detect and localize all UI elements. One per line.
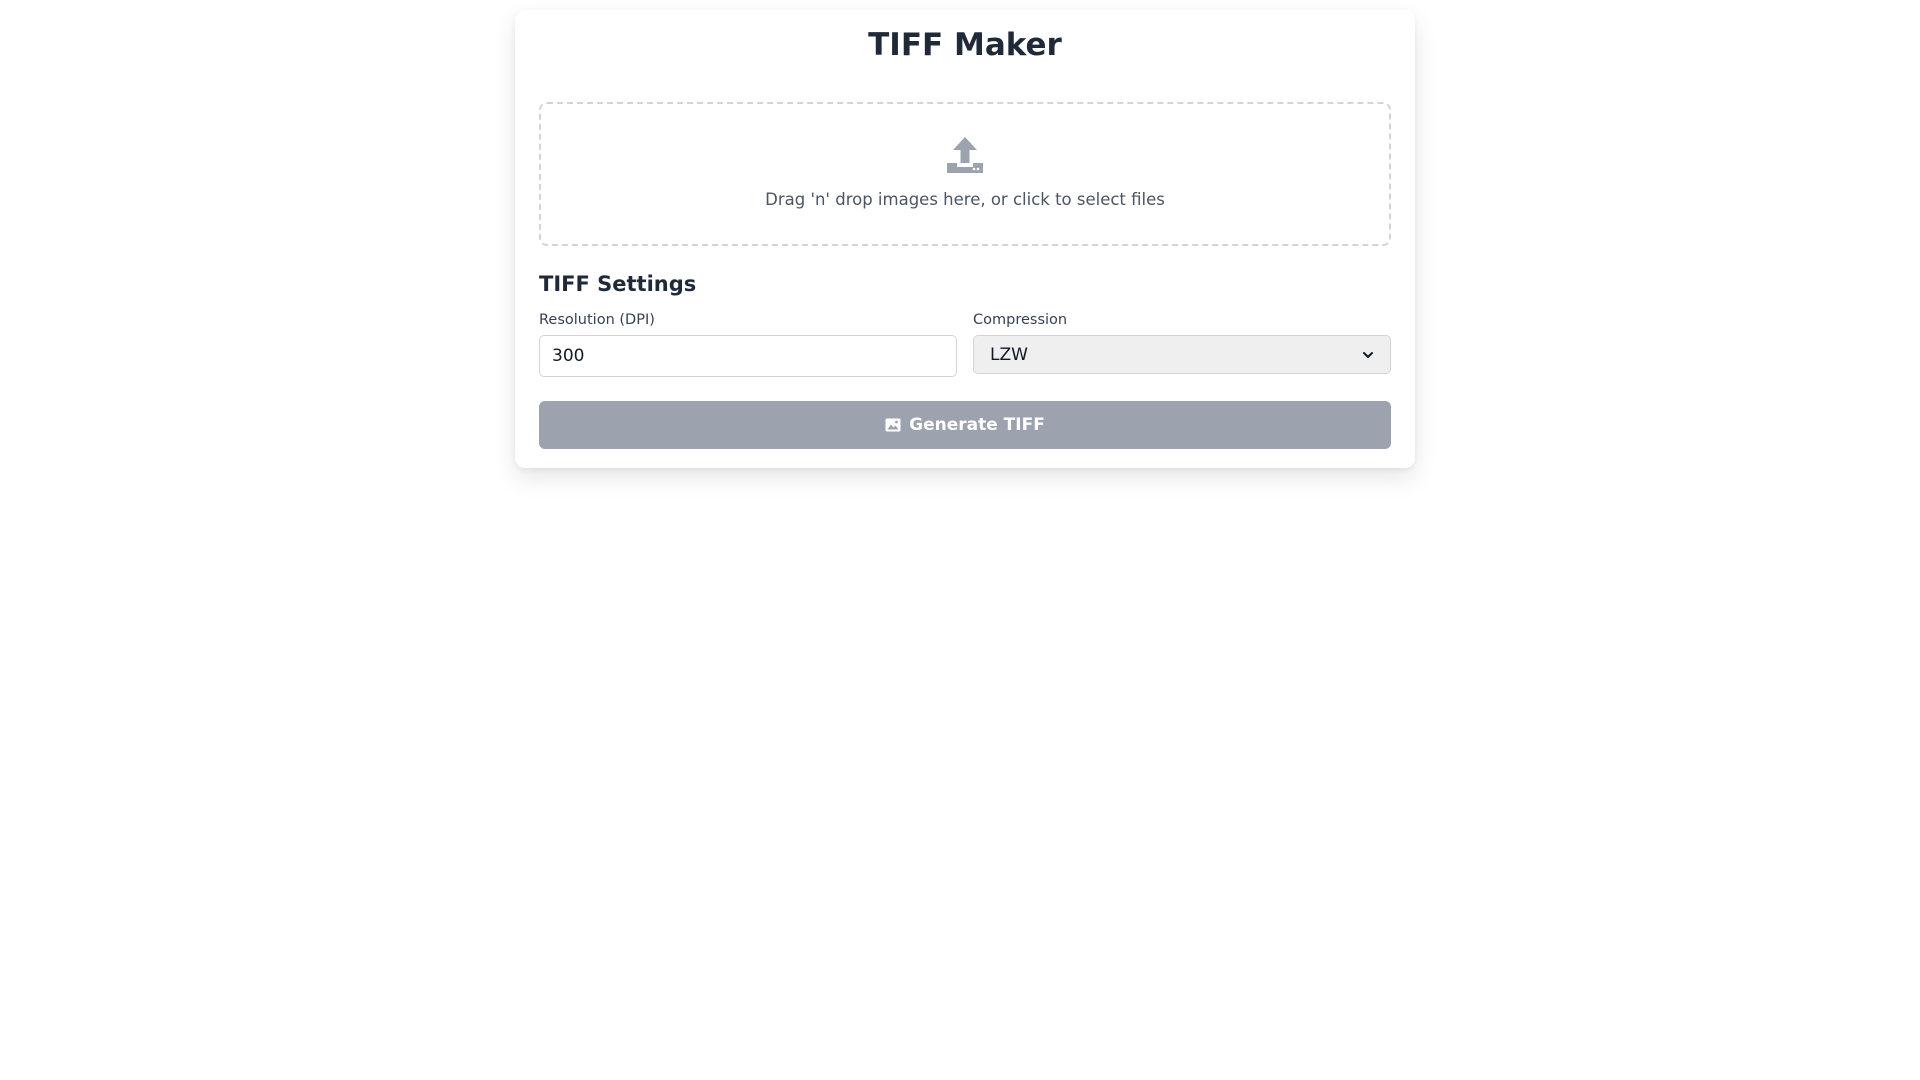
settings-heading: TIFF Settings <box>539 272 697 296</box>
compression-field: Compression LZW <box>973 311 1391 377</box>
tiff-maker-card: TIFF Maker Drag 'n' drop images here, or… <box>515 10 1415 468</box>
compression-select[interactable]: LZW <box>973 335 1391 374</box>
dropzone-instructions: Drag 'n' drop images here, or click to s… <box>765 190 1165 209</box>
settings-fields: Resolution (DPI) Compression LZW <box>539 311 1391 377</box>
page-title: TIFF Maker <box>868 27 1062 63</box>
image-icon <box>885 418 901 432</box>
resolution-label: Resolution (DPI) <box>539 312 655 328</box>
generate-button-label: Generate TIFF <box>909 415 1045 435</box>
generate-tiff-button[interactable]: Generate TIFF <box>539 401 1391 449</box>
upload-icon <box>947 137 983 173</box>
resolution-field: Resolution (DPI) <box>539 311 957 377</box>
compression-selected-value: LZW <box>990 344 1028 365</box>
image-dropzone[interactable]: Drag 'n' drop images here, or click to s… <box>539 102 1391 246</box>
resolution-input[interactable] <box>539 335 957 377</box>
chevron-down-icon <box>1363 351 1373 358</box>
compression-label: Compression <box>973 312 1068 328</box>
